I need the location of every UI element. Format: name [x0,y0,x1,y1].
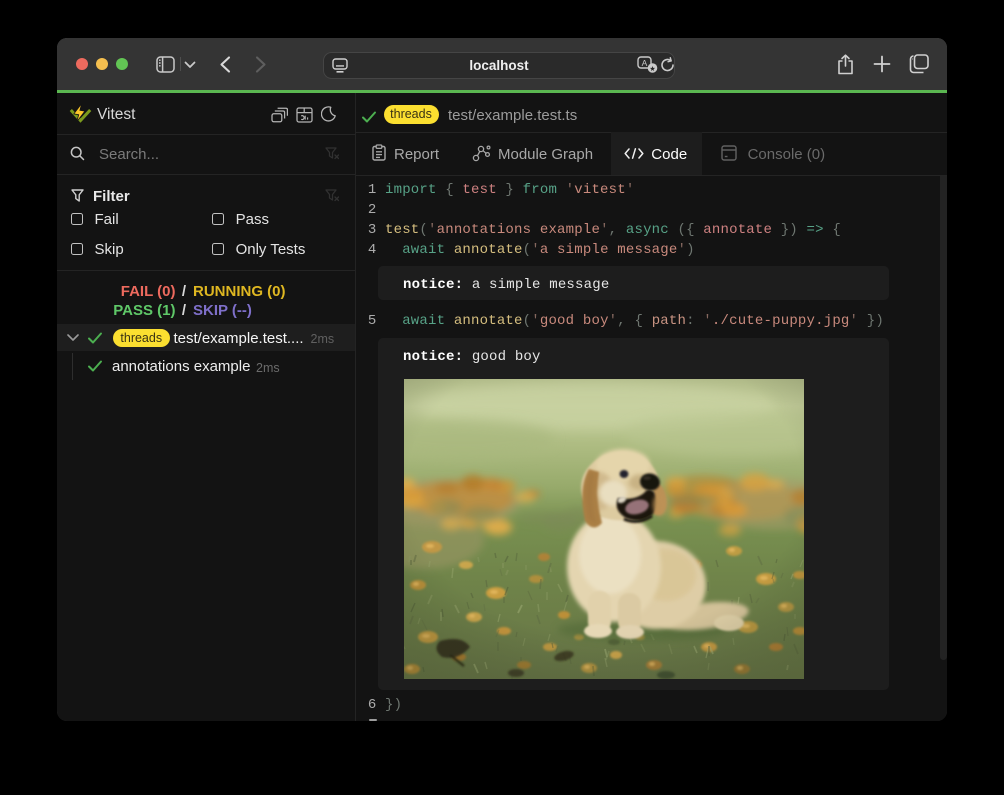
svg-text:A: A [642,58,648,68]
svg-text:★: ★ [649,65,655,73]
